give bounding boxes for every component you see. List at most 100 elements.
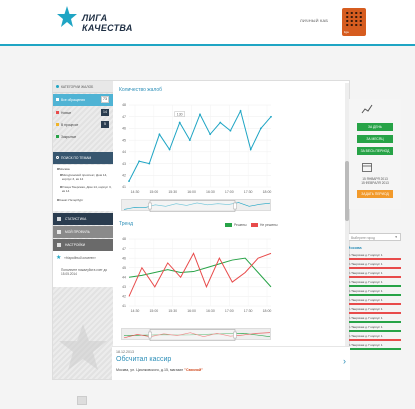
x-tick-label: 16:30 (206, 190, 215, 194)
address-item[interactable]: ул.Тверская д.7 корпус 1 (347, 298, 401, 305)
sidebar-item-closed[interactable]: Закрытые (53, 131, 113, 143)
data-point (229, 129, 232, 132)
x-tick-label: 15:00 (149, 309, 158, 313)
x-tick-label: 17:30 (244, 309, 253, 313)
complaints-range-selector[interactable] (121, 199, 271, 212)
data-point (138, 160, 141, 163)
sidebar-item-settings[interactable]: НАСТРОЙКИ (53, 239, 113, 251)
period-day-button[interactable]: ЗА ДЕНЬ (357, 123, 393, 131)
news-title[interactable]: Обсчитал кассир (116, 356, 171, 363)
period-month-button[interactable]: ЗА МЕСЯЦ (357, 135, 393, 143)
period-panel: ЗА ДЕНЬ ЗА МЕСЯЦ ЗА ВЕСЬ ПЕРИОД 15 ЯНВАР… (347, 99, 401, 209)
scrollbar-thumb[interactable] (345, 161, 349, 221)
data-point (168, 148, 171, 151)
y-tick-label: 43 (122, 162, 126, 166)
new-count-badge: 14 (101, 109, 109, 116)
x-tick-label: 15:00 (149, 190, 158, 194)
data-point (219, 121, 222, 124)
data-point (188, 139, 191, 142)
tooltip-text: 130 (177, 112, 183, 116)
watermark-star-icon (59, 324, 107, 370)
period-all-button[interactable]: ЗА ВЕСЬ ПЕРИОД (357, 147, 393, 155)
news-date: 18.12.2013 (116, 350, 134, 354)
topic-search-header[interactable]: ПОИСК ПО ТЕМАМ (53, 152, 113, 164)
content-area: Количество жалоб 41 42 43 44 45 46 47 48 14:30 15… (113, 81, 401, 379)
footer-icon[interactable] (77, 396, 87, 405)
scrollbar-track[interactable] (345, 83, 349, 375)
sidebar-item-in-progress[interactable]: В процессе 5 (53, 119, 113, 131)
sidebar-item-statistics[interactable]: СТАТИСТИКА (53, 213, 113, 225)
promo-message: Пополните пожалуйста счет до 15.05.2014 (61, 268, 108, 276)
promo-card[interactable]: ★ «Народный клиент» Пополните пожалуйста… (53, 251, 113, 287)
news-card[interactable]: 18.12.2013 Обсчитал кассир Москва, ул. Ц… (112, 346, 350, 380)
bullet-icon (60, 174, 62, 176)
range-handle-left (148, 331, 152, 339)
address-item[interactable]: ул.Тверская д.7 корпус 1 (347, 334, 401, 341)
y-tick-label: 46 (122, 127, 126, 131)
sidebar-item-new-label: Новые (61, 111, 72, 115)
filter-item[interactable]: Санкт-Петербург (57, 198, 113, 202)
address-item[interactable]: ул.Тверская д.7 корпус 1 (347, 262, 401, 269)
trend-range-selector[interactable] (121, 328, 271, 341)
topic-search-label: ПОИСК ПО ТЕМАМ (61, 156, 92, 160)
address-item-label: ул.Тверская д.7 корпус 1 (347, 325, 383, 329)
y-tick-label: 46 (122, 256, 126, 260)
filter-item[interactable]: Мичуринский проспект, Дом 14, корпус 3, … (60, 173, 112, 181)
address-item-label: ул.Тверская д.7 корпус 1 (347, 343, 383, 347)
qr-pattern-icon (345, 11, 363, 27)
address-item-label: ул.Тверская д.7 корпус 1 (347, 298, 383, 302)
address-item[interactable]: ул.Тверская д.7 корпус 1 (347, 325, 401, 332)
y-tick-label: 42 (122, 295, 126, 299)
trend-chart[interactable]: 41 42 43 44 45 46 47 48 14:30 15:00 15:30 16:00 16:3… (115, 231, 275, 316)
x-tick-label: 17:30 (244, 190, 253, 194)
green-status-icon (56, 135, 59, 138)
filter-item[interactable]: Улица Тверская, Дом 14, корпус 3, кв 14 (60, 185, 112, 193)
address-item[interactable]: ул.Тверская д.7 корпус 1 (347, 280, 401, 287)
news-address: Москва, ул. Циолковского, д.15, магазин … (116, 368, 203, 372)
address-item[interactable]: ул.Тверская д.7 корпус 1 (347, 271, 401, 278)
filter-item[interactable]: Москва (57, 167, 113, 171)
trend-up-icon (361, 104, 373, 114)
sidebar-item-all[interactable]: Все обращения 73 (53, 94, 113, 106)
address-item[interactable]: ул.Тверская д.7 корпус 1 (347, 343, 401, 350)
star-logo-icon[interactable] (56, 5, 78, 29)
set-period-button[interactable]: ЗАДАТЬ ПЕРИОД (357, 190, 393, 198)
header: ЛИГА КАЧЕСТВА ЛИЧНЫЙ КАБ liga (0, 0, 415, 44)
filter-item-label: Санкт-Петербург (59, 198, 84, 202)
chevron-right-icon[interactable]: › (343, 356, 346, 366)
x-tick-label: 18:00 (263, 190, 272, 194)
date-to[interactable]: 15 ФЕВРАЛЯ 2013 (355, 181, 395, 185)
complaints-chart[interactable]: 41 42 43 44 45 46 47 48 14:30 15:00 15:30 16:00 16:3… (115, 97, 275, 197)
x-tick-label: 17:00 (225, 309, 234, 313)
brand-logo-text[interactable]: ЛИГА КАЧЕСТВА (82, 13, 133, 33)
account-link[interactable]: ЛИЧНЫЙ КАБ (300, 18, 328, 23)
y-tick-label: 48 (122, 103, 126, 107)
y-tick-label: 41 (122, 304, 126, 308)
series-line-0 (128, 257, 272, 288)
city-name: Москва (347, 245, 362, 250)
header-divider (0, 44, 415, 46)
range-handle-right (233, 331, 237, 339)
qr-code-tile[interactable]: liga (342, 8, 366, 36)
sidebar-item-all-label: Все обращения (61, 98, 85, 102)
address-item-label: ул.Тверская д.7 корпус 1 (347, 253, 383, 257)
sidebar-item-new[interactable]: Новые 14 (53, 107, 113, 119)
address-item[interactable]: ул.Тверская д.7 корпус 1 (347, 316, 401, 323)
sidebar-header[interactable]: КАТЕГОРИИ ЖАЛОБ (53, 81, 113, 93)
address-item[interactable]: ул.Тверская д.7 корпус 1 (347, 307, 401, 314)
address-item[interactable]: ул.Тверская д.7 корпус 1 (347, 289, 401, 296)
address-item-label: ул.Тверская д.7 корпус 1 (347, 262, 383, 266)
data-point (270, 115, 272, 118)
address-item[interactable]: ул.Тверская д.7 корпус 1 (347, 253, 401, 260)
all-count-badge: 73 (101, 96, 109, 103)
search-icon (56, 156, 59, 159)
in-progress-count-badge: 5 (101, 121, 109, 128)
sidebar-item-profile[interactable]: МОЙ ПРОФИЛЬ (53, 226, 113, 238)
city-select[interactable]: Выберите город ▾ (347, 233, 401, 241)
y-tick-label: 42 (122, 173, 126, 177)
yellow-status-icon (56, 123, 59, 126)
bullet-icon (57, 199, 59, 201)
data-point (128, 180, 130, 183)
gear-icon (57, 243, 61, 247)
address-item-label: ул.Тверская д.7 корпус 1 (347, 289, 383, 293)
